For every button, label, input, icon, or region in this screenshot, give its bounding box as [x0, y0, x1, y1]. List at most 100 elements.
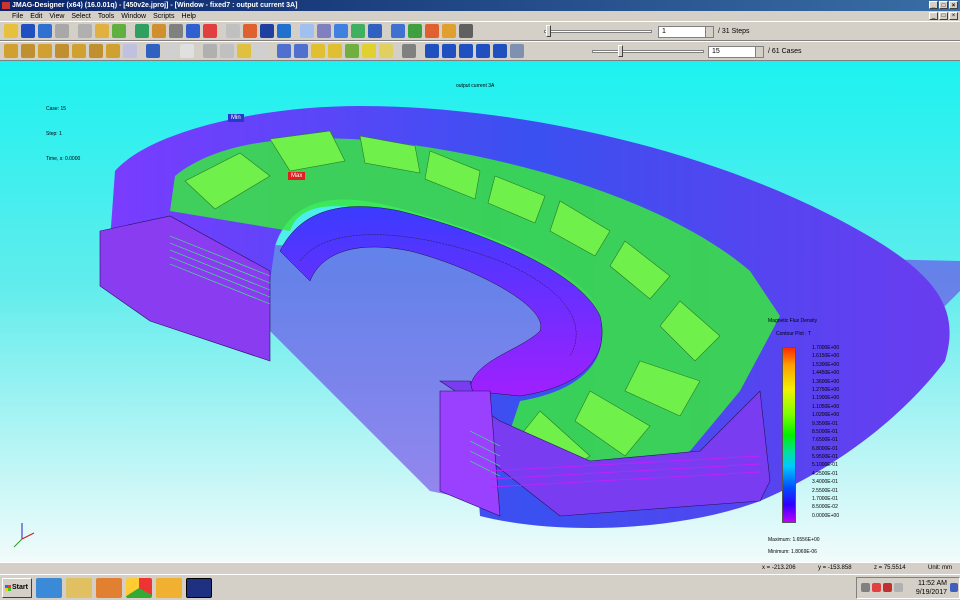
part-hide-icon[interactable]	[38, 44, 52, 58]
triangle-outline-icon[interactable]	[379, 44, 393, 58]
step-spin-arrows[interactable]	[705, 27, 713, 37]
step-slider-thumb[interactable]	[546, 25, 551, 37]
fit-view-icon[interactable]	[277, 24, 291, 38]
stop-icon[interactable]	[459, 44, 473, 58]
maximize-button[interactable]: □	[939, 1, 948, 9]
zoom-icon[interactable]	[391, 24, 405, 38]
geometry-icon[interactable]	[135, 24, 149, 38]
window-title-bar[interactable]: JMAG-Designer (x64) (16.0.01q) - [450v2e…	[0, 0, 960, 11]
part-display-icon[interactable]	[4, 44, 18, 58]
part-list-icon[interactable]	[123, 44, 137, 58]
tray-volume-icon[interactable]	[894, 583, 903, 592]
legend-tick: 8.5000E-02	[812, 504, 838, 511]
plane-z-icon[interactable]	[311, 44, 325, 58]
part-filter-icon[interactable]	[89, 44, 103, 58]
step-slider[interactable]	[544, 24, 652, 38]
case-spinbox[interactable]: 15	[708, 46, 764, 58]
tray-expand-icon[interactable]	[861, 583, 870, 592]
redo-icon[interactable]	[55, 24, 69, 38]
step-spinbox[interactable]: 1	[658, 26, 714, 38]
mdi-minimize-button[interactable]: _	[929, 12, 938, 20]
tray-network-icon[interactable]	[883, 583, 892, 592]
graphics-viewport[interactable]: output current 3A Case: 15 Step: 1 Time,…	[0, 61, 960, 562]
start-button[interactable]: Start	[2, 578, 32, 598]
paste-icon[interactable]	[112, 24, 126, 38]
animation-settings-icon[interactable]	[510, 44, 524, 58]
menu-tools[interactable]: Tools	[98, 13, 114, 20]
minimize-button[interactable]: _	[929, 1, 938, 9]
explorer-icon[interactable]	[66, 578, 92, 598]
menu-view[interactable]: View	[49, 13, 64, 20]
cube-red-icon[interactable]	[203, 24, 217, 38]
right-end-face	[439, 390, 501, 517]
view-box-icon[interactable]	[180, 44, 194, 58]
clock-date: 9/19/2017	[915, 589, 947, 596]
media-player-icon[interactable]	[96, 578, 122, 598]
view-front-icon[interactable]	[146, 44, 160, 58]
legend-tick: 2.5500E-01	[812, 487, 838, 494]
part-color-icon[interactable]	[72, 44, 86, 58]
clock[interactable]: 11:52 AM 9/19/2017	[916, 579, 947, 597]
part-group-icon[interactable]	[106, 44, 120, 58]
mdi-restore-button[interactable]: □	[939, 12, 948, 20]
cut-icon[interactable]	[78, 24, 92, 38]
chrome-icon[interactable]	[126, 578, 152, 598]
first-step-icon[interactable]	[425, 44, 439, 58]
legend-tick: 8.5000E-01	[812, 428, 838, 435]
mesh-icon[interactable]	[152, 24, 166, 38]
screenshot-icon[interactable]	[402, 44, 416, 58]
layers-icon[interactable]	[459, 24, 473, 38]
probe-icon[interactable]	[425, 24, 439, 38]
iso-view-2-icon[interactable]	[345, 44, 359, 58]
rotate-icon[interactable]	[351, 24, 365, 38]
cube-blue-icon[interactable]	[186, 24, 200, 38]
tray-flag-icon[interactable]	[872, 583, 881, 592]
ie-icon[interactable]	[36, 578, 62, 598]
mdi-close-button[interactable]: ×	[949, 12, 958, 20]
menu-scripts[interactable]: Scripts	[153, 13, 174, 20]
pointer-icon[interactable]	[300, 24, 314, 38]
zoom-box-icon[interactable]	[334, 24, 348, 38]
copy-icon[interactable]	[95, 24, 109, 38]
undo-icon[interactable]	[38, 24, 52, 38]
prev-step-icon[interactable]	[442, 44, 456, 58]
iso-view-icon[interactable]	[328, 44, 342, 58]
plane-x-icon[interactable]	[277, 44, 291, 58]
case-slider-thumb[interactable]	[618, 45, 623, 57]
menu-edit[interactable]: Edit	[30, 13, 42, 20]
pinned-app-icon[interactable]	[156, 578, 182, 598]
pan-icon[interactable]	[368, 24, 382, 38]
close-button[interactable]: ×	[949, 1, 958, 9]
view-frame-icon[interactable]	[254, 44, 268, 58]
select-icon[interactable]	[317, 24, 331, 38]
legend-maximum: Maximum: 1.6556E+00	[768, 537, 820, 543]
last-step-icon[interactable]	[493, 44, 507, 58]
study-icon[interactable]	[260, 24, 274, 38]
view-gray-icon[interactable]	[203, 44, 217, 58]
jmag-taskbar-icon[interactable]	[186, 578, 212, 598]
play-icon[interactable]	[476, 44, 490, 58]
menu-file[interactable]: File	[12, 13, 23, 20]
part-show-icon[interactable]	[55, 44, 69, 58]
graph-icon[interactable]	[226, 24, 240, 38]
save-icon[interactable]	[21, 24, 35, 38]
menu-window[interactable]: Window	[121, 13, 146, 20]
case-spin-arrows[interactable]	[755, 47, 763, 57]
triangle-icon[interactable]	[362, 44, 376, 58]
max-marker: Max	[288, 172, 306, 180]
plane-y-icon[interactable]	[294, 44, 308, 58]
view-shade-icon[interactable]	[220, 44, 234, 58]
clip-icon[interactable]	[442, 24, 456, 38]
open-folder-icon[interactable]	[4, 24, 18, 38]
legend-tick: 1.7000E-01	[812, 496, 838, 503]
view-edge-icon[interactable]	[237, 44, 251, 58]
part-select-icon[interactable]	[21, 44, 35, 58]
show-desktop-icon[interactable]	[950, 583, 958, 592]
measure-icon[interactable]	[408, 24, 422, 38]
run-icon[interactable]	[243, 24, 257, 38]
wand-icon[interactable]	[169, 24, 183, 38]
menu-select[interactable]: Select	[71, 13, 90, 20]
case-slider[interactable]	[592, 44, 704, 58]
view-wire-icon[interactable]	[163, 44, 177, 58]
menu-help[interactable]: Help	[182, 13, 196, 20]
